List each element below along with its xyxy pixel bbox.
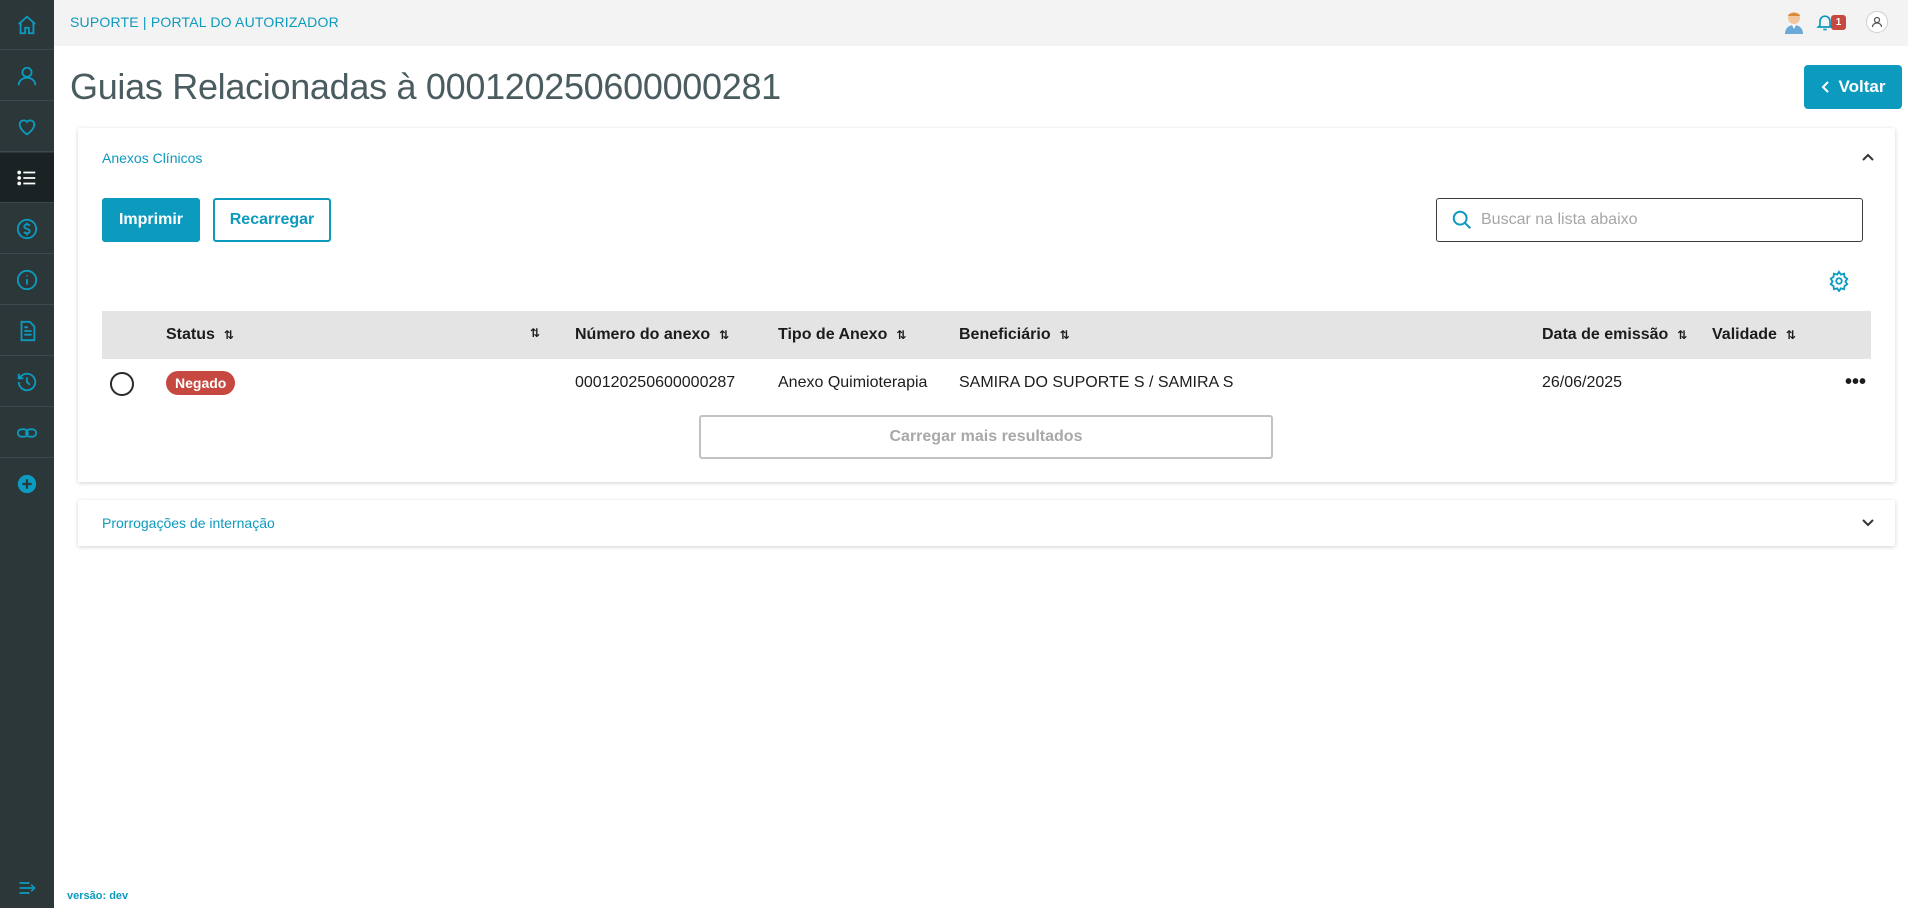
sort-icon[interactable]: ⇅	[1786, 328, 1796, 342]
sidebar-item-history[interactable]	[0, 357, 54, 407]
reload-button[interactable]: Recarregar	[213, 198, 331, 242]
column-status[interactable]: Status ⇅	[166, 326, 234, 344]
link-icon	[16, 427, 38, 438]
home-icon	[18, 15, 36, 34]
sidebar-item-list[interactable]	[0, 153, 54, 203]
cell-data-emissao: 26/06/2025	[1542, 374, 1623, 391]
column-data-emissao[interactable]: Data de emissão ⇅	[1542, 326, 1687, 344]
search-field[interactable]	[1436, 198, 1863, 242]
sidebar-item-heart[interactable]	[0, 102, 54, 152]
column-validade-label: Validade	[1712, 326, 1777, 343]
column-data-label: Data de emissão	[1542, 326, 1669, 343]
sidebar-item-info[interactable]	[0, 255, 54, 305]
back-button-label: Voltar	[1838, 77, 1886, 96]
column-beneficiario-label: Beneficiário	[959, 326, 1051, 343]
list-icon	[17, 170, 36, 185]
cell-numero: 000120250600000287	[575, 374, 736, 391]
column-unnamed-sort[interactable]: ⇅	[530, 326, 540, 340]
sort-icon[interactable]: ⇅	[896, 328, 906, 342]
notification-badge: 1	[1831, 15, 1846, 30]
search-icon	[1452, 210, 1471, 229]
sort-icon[interactable]: ⇅	[1677, 328, 1687, 342]
version-label: versão: dev	[67, 890, 129, 902]
menu-collapse-icon	[19, 882, 36, 894]
chevron-left-icon	[1821, 81, 1829, 93]
gear-icon[interactable]	[1828, 270, 1850, 292]
table-row[interactable]: Negado 000120250600000287 Anexo Quimiote…	[102, 359, 1871, 407]
heart-icon	[18, 119, 36, 135]
sort-icon[interactable]: ⇅	[719, 328, 729, 342]
row-select-radio[interactable]	[110, 372, 134, 396]
top-bar: SUPORTE | PORTAL DO AUTORIZADOR 1	[54, 0, 1908, 46]
add-icon	[17, 474, 37, 494]
page-title: Guias Relacionadas à 000120250600000281	[70, 66, 781, 107]
status-badge: Negado	[166, 371, 236, 395]
cell-tipo: Anexo Quimioterapia	[778, 374, 928, 391]
search-input[interactable]	[1481, 211, 1841, 229]
user-icon	[1871, 16, 1883, 28]
chevron-down-icon[interactable]	[1861, 516, 1875, 530]
history-icon	[17, 372, 37, 391]
sort-icon[interactable]: ⇅	[1060, 328, 1070, 342]
document-icon	[20, 320, 36, 341]
user-icon	[17, 66, 37, 85]
column-numero-label: Número do anexo	[575, 326, 711, 343]
doctor-avatar-icon[interactable]	[1783, 10, 1805, 34]
column-tipo-label: Tipo de Anexo	[778, 326, 888, 343]
user-menu-button[interactable]	[1866, 11, 1888, 33]
sidebar-item-document[interactable]	[0, 306, 54, 356]
sidebar	[0, 0, 54, 908]
panel-anexos-title[interactable]: Anexos Clínicos	[102, 150, 202, 166]
row-actions-more-icon[interactable]: •••	[1845, 371, 1866, 394]
dollar-icon	[16, 218, 38, 239]
sort-icon[interactable]: ⇅	[224, 328, 234, 342]
sidebar-item-home[interactable]	[0, 0, 54, 50]
column-validade[interactable]: Validade ⇅	[1712, 326, 1796, 344]
load-more-button[interactable]: Carregar mais resultados	[699, 415, 1273, 459]
column-beneficiario[interactable]: Beneficiário ⇅	[959, 326, 1070, 344]
column-tipo[interactable]: Tipo de Anexo ⇅	[778, 326, 906, 344]
panel-prorrogacoes-title[interactable]: Prorrogações de internação	[102, 515, 275, 531]
sidebar-item-financial[interactable]	[0, 204, 54, 254]
sidebar-item-link[interactable]	[0, 408, 54, 458]
chevron-up-icon[interactable]	[1861, 150, 1875, 164]
panel-anexos-clinicos: Anexos Clínicos Imprimir Recarregar Stat…	[78, 128, 1895, 482]
sidebar-item-user[interactable]	[0, 51, 54, 101]
app-title: SUPORTE | PORTAL DO AUTORIZADOR	[70, 14, 339, 30]
column-status-label: Status	[166, 326, 215, 343]
info-icon	[16, 269, 38, 290]
table-header: Status ⇅ ⇅ Número do anexo ⇅ Tipo de Ane…	[102, 311, 1871, 359]
cell-beneficiario: SAMIRA DO SUPORTE S / SAMIRA S	[959, 374, 1234, 391]
sidebar-item-add[interactable]	[0, 459, 54, 509]
back-button[interactable]: Voltar	[1804, 65, 1902, 109]
print-button[interactable]: Imprimir	[102, 198, 200, 242]
sort-icon[interactable]: ⇅	[530, 326, 540, 340]
column-numero[interactable]: Número do anexo ⇅	[575, 326, 729, 344]
sidebar-toggle[interactable]	[0, 868, 54, 908]
panel-prorrogacoes[interactable]: Prorrogações de internação	[78, 500, 1895, 546]
